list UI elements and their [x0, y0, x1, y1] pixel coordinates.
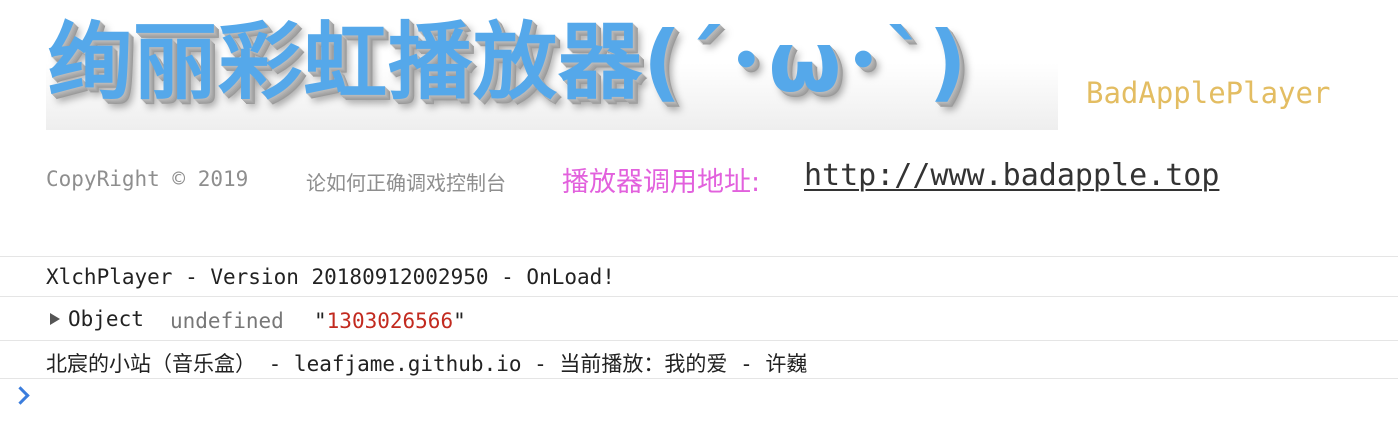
undefined-value: undefined: [170, 309, 284, 333]
console-input[interactable]: [40, 383, 1384, 415]
console-log-message: 北宸的小站（音乐盒） - leafjame.github.io - 当前播放：我…: [46, 352, 808, 376]
quote-close: ": [453, 309, 466, 333]
chevron-right-icon: [11, 386, 30, 405]
expand-triangle-icon[interactable]: [50, 313, 60, 325]
brand-subtitle: BadApplePlayer: [1086, 76, 1331, 110]
copyright-text: CopyRight © 2019: [46, 167, 249, 191]
console-tip-text: 论如何正确调戏控制台: [306, 171, 506, 195]
console-log-row: 北宸的小站（音乐盒） - leafjame.github.io - 当前播放：我…: [0, 340, 1398, 378]
console-prompt-row: [0, 378, 1398, 440]
console-log-row: Object undefined "1303026566": [0, 296, 1398, 340]
player-address-label: 播放器调用地址:: [562, 167, 761, 198]
banner: 绚丽彩虹播放器(´･ω･`): [46, 8, 1058, 130]
number-string: 1303026566: [326, 309, 454, 333]
quote-open: ": [314, 309, 327, 333]
string-value: "1303026566": [314, 309, 466, 333]
devtools-console: XlchPlayer - Version 20180912002950 - On…: [0, 256, 1398, 440]
banner-title: 绚丽彩虹播放器(´･ω･`): [48, 13, 968, 111]
player-url-link[interactable]: http://www.badapple.top: [804, 158, 1219, 193]
console-log-row: XlchPlayer - Version 20180912002950 - On…: [0, 256, 1398, 296]
console-log-message: XlchPlayer - Version 20180912002950 - On…: [46, 265, 615, 289]
object-toggle[interactable]: Object: [68, 307, 144, 331]
